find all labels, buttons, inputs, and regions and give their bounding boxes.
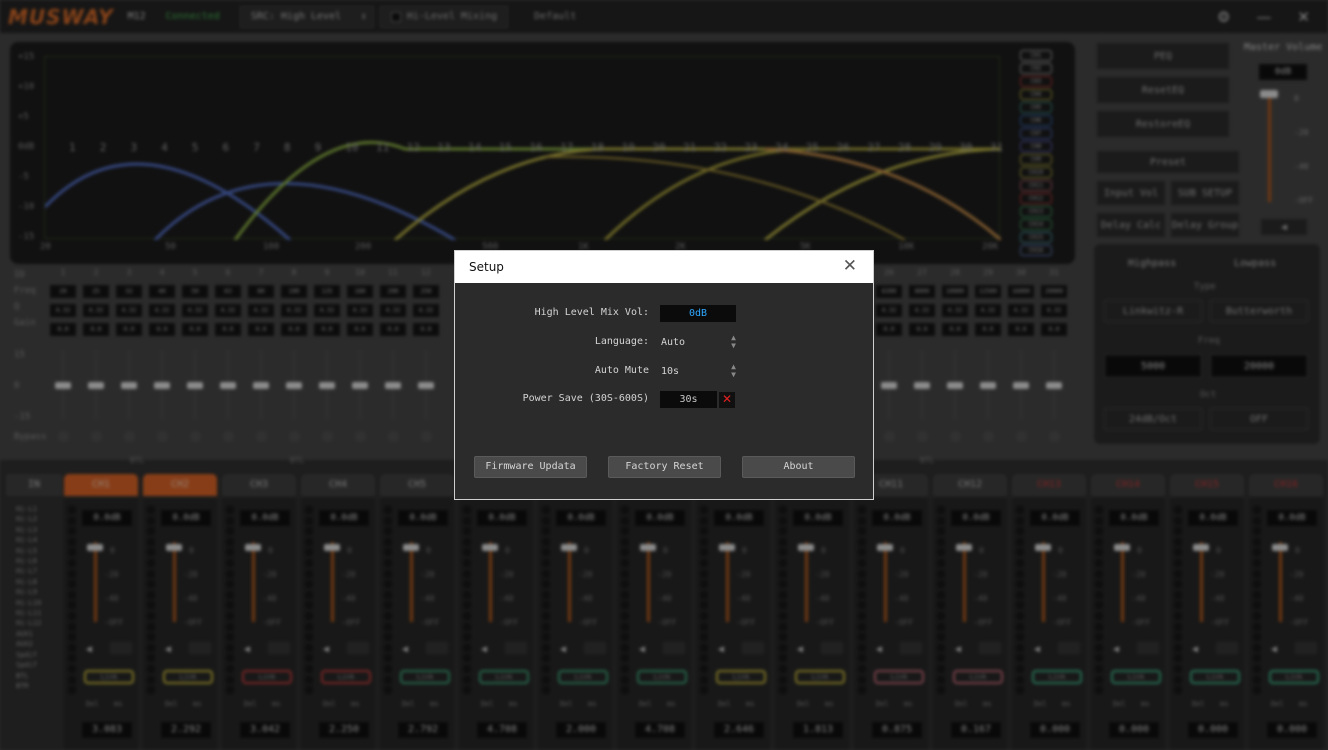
setup-dialog-title: Setup xyxy=(469,260,504,274)
language-label: Language: xyxy=(594,336,649,347)
about-button[interactable]: About xyxy=(742,456,855,478)
high-level-mix-vol-input[interactable]: 0dB xyxy=(660,305,736,322)
power-save-input[interactable]: 30s xyxy=(660,391,717,408)
app-window: MUSWAY M12 Connected SRC: High Level ⇕ H… xyxy=(0,0,1328,750)
language-select-value: Auto xyxy=(661,337,686,348)
factory-reset-button[interactable]: Factory Reset xyxy=(608,456,721,478)
language-select[interactable]: Auto ▲ ▼ xyxy=(660,334,736,351)
high-level-mix-vol-row: High Level Mix Vol: 0dB xyxy=(455,305,875,323)
power-save-row: Power Save (30S-600S) 30s ✕ xyxy=(455,391,875,409)
clear-icon[interactable]: ✕ xyxy=(719,392,735,408)
setup-dialog-titlebar: Setup ✕ xyxy=(455,251,873,283)
language-row: Language: Auto ▲ ▼ xyxy=(455,334,875,352)
setup-dialog: Setup ✕ High Level Mix Vol: 0dB Language… xyxy=(454,250,874,500)
spin-arrows-icon: ▲ ▼ xyxy=(731,362,736,379)
high-level-mix-vol-label: High Level Mix Vol: xyxy=(534,307,649,318)
auto-mute-select-value: 10s xyxy=(661,366,680,377)
power-save-label: Power Save (30S-600S) xyxy=(522,393,649,404)
firmware-update-button[interactable]: Firmware Updata xyxy=(474,456,587,478)
auto-mute-label: Auto Mute xyxy=(594,365,649,376)
auto-mute-row: Auto Mute 10s ▲ ▼ xyxy=(455,363,875,381)
auto-mute-select[interactable]: 10s ▲ ▼ xyxy=(660,363,736,380)
close-icon[interactable]: ✕ xyxy=(843,256,857,276)
spin-arrows-icon: ▲ ▼ xyxy=(731,333,736,350)
